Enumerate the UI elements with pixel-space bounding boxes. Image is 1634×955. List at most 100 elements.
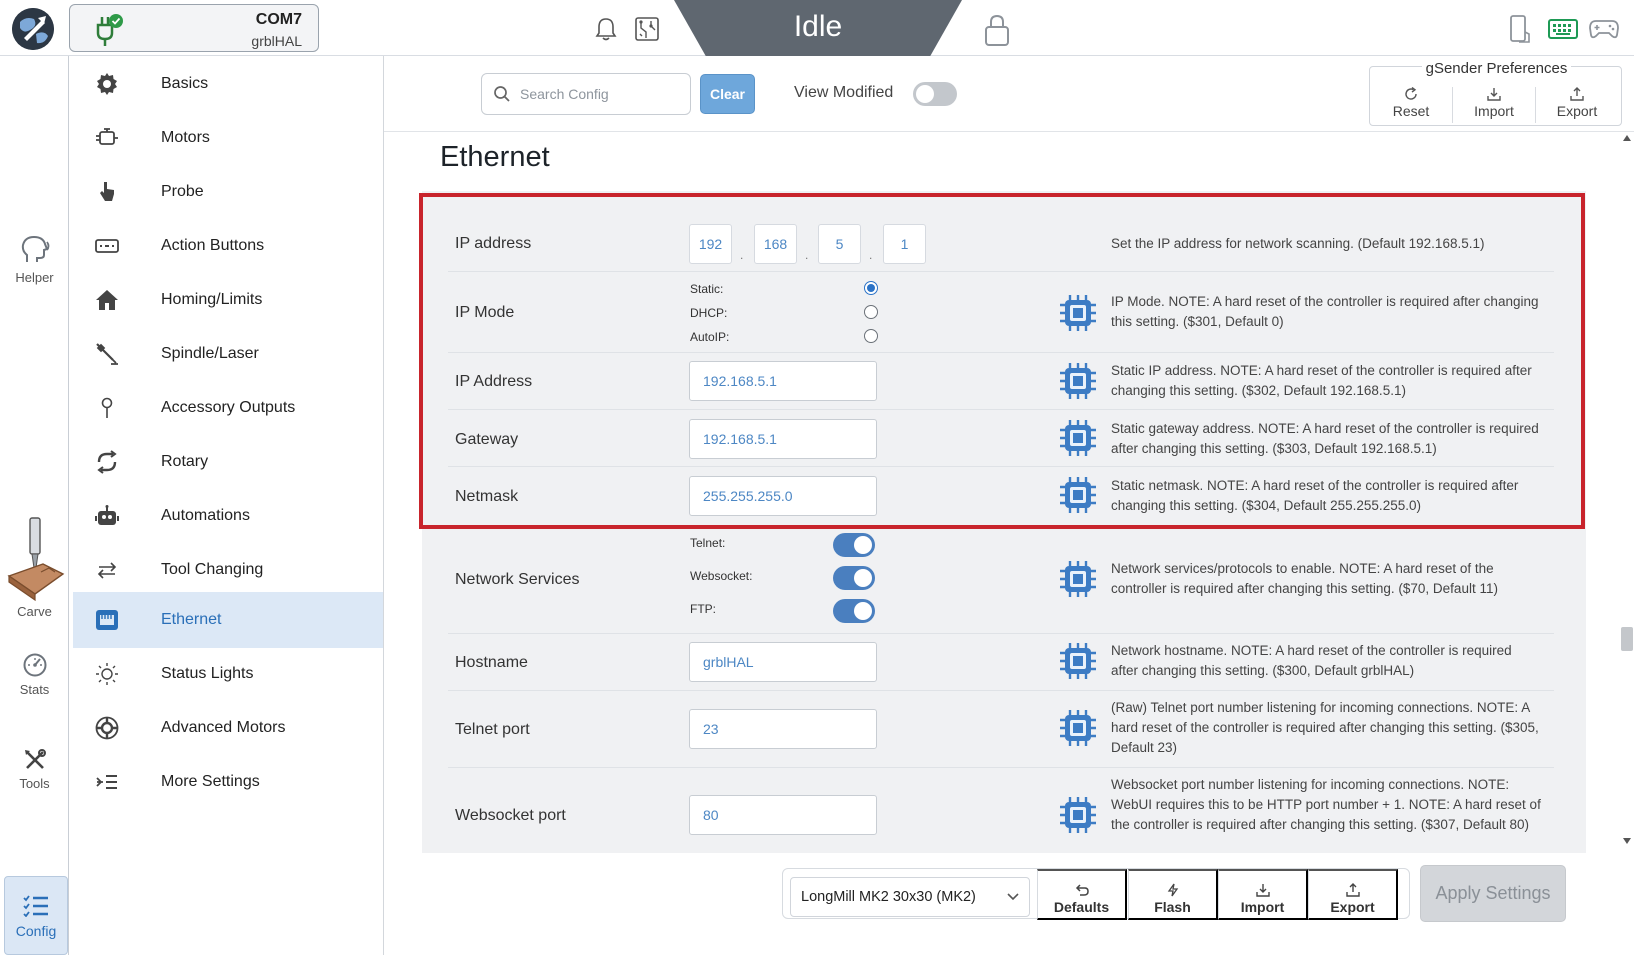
controller-chip-icon (1058, 642, 1098, 680)
gamepad-icon[interactable] (1589, 18, 1619, 40)
rail-config[interactable]: Config (4, 876, 68, 955)
bell-icon[interactable] (594, 16, 618, 42)
nav-item-tool-changing[interactable]: Tool Changing (73, 542, 383, 598)
export-settings-button[interactable]: Export (1308, 869, 1398, 920)
import-icon (1255, 884, 1270, 897)
websocket-port-description: Websocket port number listening for inco… (1111, 777, 1541, 832)
com-port-label: COM7 (255, 11, 302, 28)
telnet-service-toggle[interactable] (833, 533, 875, 557)
rail-tools[interactable]: Tools (0, 748, 69, 791)
nav-item-label: Basics (161, 75, 209, 92)
nav-item-label: Spindle/Laser (161, 345, 259, 362)
websocket-service-toggle[interactable] (833, 566, 875, 590)
chevron-down-icon (1007, 893, 1019, 901)
ethernet-icon (95, 608, 119, 632)
network-services-description: Network services/protocols to enable. NO… (1111, 561, 1498, 596)
nav-item-status-lights[interactable]: Status Lights (73, 646, 383, 702)
nav-item-homing-limits[interactable]: Homing/Limits (73, 272, 383, 328)
nav-item-probe[interactable]: Probe (73, 164, 383, 220)
config-header: Clear View Modified gSender Preferences … (384, 56, 1634, 132)
nav-item-label: Motors (161, 129, 210, 146)
controller-chip-icon (1058, 560, 1098, 598)
ftp-service-toggle[interactable] (833, 599, 875, 623)
home-icon (95, 288, 119, 312)
machine-profile-value: LongMill MK2 30x30 (MK2) (801, 889, 976, 905)
top-bar: COM7 grblHAL Idle (0, 0, 1634, 60)
firmware-actions-group: LongMill MK2 30x30 (MK2) Defaults Flash … (782, 868, 1410, 920)
export-icon (1345, 883, 1360, 897)
usb-connected-icon (94, 13, 124, 47)
preferences-reset-button[interactable]: Reset (1370, 79, 1452, 125)
defaults-button[interactable]: Defaults (1037, 869, 1127, 920)
rail-stats[interactable]: Stats (0, 652, 69, 697)
section-title: Ethernet (440, 141, 550, 173)
cog-icon (95, 716, 119, 740)
import-settings-button[interactable]: Import (1218, 869, 1308, 920)
clear-search-button[interactable]: Clear (700, 74, 755, 114)
lock-icon[interactable] (982, 12, 1012, 48)
preferences-reset-label: Reset (1392, 103, 1430, 119)
nav-item-rotary[interactable]: Rotary (73, 434, 383, 490)
ethernet-highlight-box (419, 193, 1585, 529)
nav-item-action-buttons[interactable]: Action Buttons (73, 218, 383, 274)
preferences-import-button[interactable]: Import (1453, 79, 1535, 125)
telnet-port-description: (Raw) Telnet port number listening for i… (1111, 700, 1539, 755)
scrollbar-thumb[interactable] (1621, 627, 1633, 651)
scroll-down-arrow[interactable] (1623, 838, 1631, 844)
nav-item-label: Rotary (161, 453, 209, 470)
import-icon (1487, 88, 1501, 101)
scroll-up-arrow[interactable] (1623, 135, 1631, 141)
nav-item-accessory-outputs[interactable]: Accessory Outputs (73, 380, 383, 436)
rail-carve-label: Carve (17, 604, 52, 619)
helper-icon (21, 235, 49, 262)
nav-item-ethernet[interactable]: Ethernet (73, 592, 383, 648)
export-settings-label: Export (1330, 899, 1375, 915)
keyboard-icon[interactable] (1548, 18, 1578, 40)
search-input[interactable] (520, 82, 680, 106)
gsender-logo (12, 8, 54, 50)
nav-item-more-settings[interactable]: More Settings (73, 754, 383, 810)
machine-state-label: Idle (793, 10, 843, 43)
hostname-label: Hostname (455, 654, 528, 671)
refresh-icon (1405, 87, 1417, 100)
swap-icon (95, 558, 119, 582)
view-modified-toggle[interactable] (913, 82, 957, 106)
search-box (481, 73, 691, 115)
phone-icon[interactable] (1507, 14, 1531, 44)
nav-item-label: Probe (161, 183, 204, 200)
telnet-port-input[interactable]: 23 (689, 709, 877, 749)
gauge-icon (23, 653, 46, 677)
nav-item-label: Advanced Motors (161, 719, 286, 736)
rail-carve[interactable]: Carve (0, 516, 69, 619)
defaults-label: Defaults (1053, 899, 1110, 915)
nav-item-motors[interactable]: Motors (73, 110, 383, 166)
list-indent-icon (95, 770, 119, 794)
gsender-preferences-group: gSender Preferences Reset Import Export (1369, 60, 1622, 126)
hostname-input[interactable]: grblHAL (689, 642, 877, 682)
config-section-nav: Basics Motors Probe Action Buttons Homin… (69, 56, 384, 955)
machine-profile-select[interactable]: LongMill MK2 30x30 (MK2) (790, 877, 1030, 917)
apply-settings-button[interactable]: Apply Settings (1420, 865, 1566, 922)
light-icon (95, 662, 119, 686)
preferences-title: gSender Preferences (1421, 60, 1572, 77)
nav-item-basics[interactable]: Basics (73, 56, 383, 112)
connection-selector[interactable]: COM7 grblHAL (69, 4, 319, 52)
websocket-port-input[interactable]: 80 (689, 795, 877, 835)
flash-label: Flash (1154, 899, 1191, 915)
search-icon (494, 86, 510, 102)
circuit-board-icon[interactable] (634, 16, 660, 42)
nav-item-label: Accessory Outputs (161, 399, 296, 416)
nav-item-automations[interactable]: Automations (73, 488, 383, 544)
keyboard-icon (95, 234, 119, 258)
network-services-label: Network Services (455, 571, 580, 588)
nav-item-spindle-laser[interactable]: Spindle/Laser (73, 326, 383, 382)
nav-item-label: Status Lights (161, 665, 254, 682)
preferences-export-button[interactable]: Export (1536, 79, 1618, 125)
websocket-port-label: Websocket port (455, 807, 566, 824)
controller-chip-icon (1058, 796, 1098, 834)
rail-helper[interactable]: Helper (0, 234, 69, 285)
flash-button[interactable]: Flash (1128, 869, 1218, 920)
left-rail: Helper Carve Stats Tools Config (0, 56, 69, 955)
nav-item-advanced-motors[interactable]: Advanced Motors (73, 700, 383, 756)
rail-helper-label: Helper (15, 270, 54, 285)
